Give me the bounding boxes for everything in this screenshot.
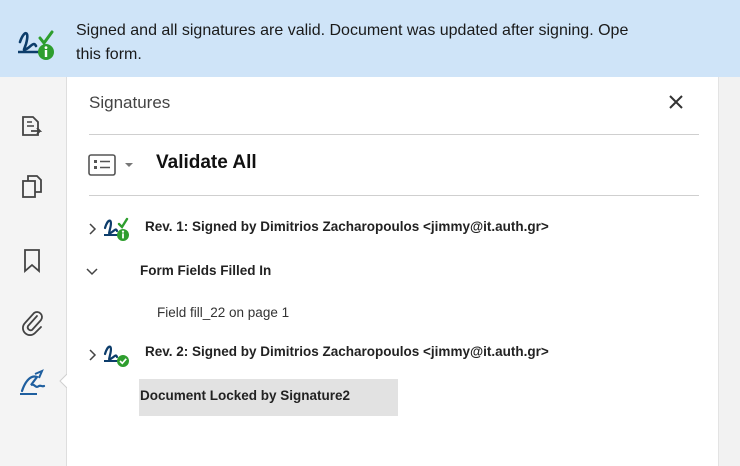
export-document-icon: [22, 116, 43, 136]
attachment-icon: [22, 311, 43, 336]
panel-title: Signatures: [89, 93, 171, 112]
banner-message-line1: Signed and all signatures are valid. Doc…: [76, 22, 629, 39]
active-panel-marker: [59, 374, 67, 388]
signatures-panel: Signatures Validate All Rev. 1: Signed b…: [67, 77, 717, 466]
signature-panel-button[interactable]: [17, 369, 47, 399]
signature-rev2-label[interactable]: Rev. 2: Signed by Dimitrios Zacharopoulo…: [145, 344, 549, 359]
banner-message: Signed and all signatures are valid. Doc…: [76, 19, 740, 67]
toolbar-divider: [89, 195, 699, 196]
bookmarks-button[interactable]: [17, 245, 47, 275]
attachments-button[interactable]: [17, 307, 47, 337]
signature-rev1-label[interactable]: Rev. 1: Signed by Dimitrios Zacharopoulo…: [145, 219, 549, 234]
pages-button[interactable]: [17, 172, 47, 202]
options-menu-button[interactable]: [88, 154, 118, 176]
pages-icon: [22, 175, 42, 198]
close-icon: [669, 95, 683, 109]
form-fields-filled-label[interactable]: Form Fields Filled In: [140, 263, 271, 278]
field-fill-detail: Field fill_22 on page 1: [157, 305, 290, 320]
left-tool-rail: [0, 77, 67, 466]
bookmark-icon: [24, 249, 40, 273]
signature-valid-icon: [18, 30, 54, 60]
validate-all-button[interactable]: Validate All: [156, 152, 257, 174]
chevron-down-icon[interactable]: [124, 161, 134, 169]
export-document-button[interactable]: [17, 111, 47, 141]
close-button[interactable]: [663, 89, 689, 115]
signature-status-banner: Signed and all signatures are valid. Doc…: [0, 0, 740, 77]
vertical-scrollbar[interactable]: [718, 77, 740, 466]
list-options-icon: [88, 154, 116, 176]
chevron-right-icon[interactable]: [88, 223, 98, 235]
chevron-down-icon[interactable]: [86, 267, 98, 277]
header-divider: [89, 134, 699, 135]
signature-info-icon: [103, 217, 129, 241]
banner-message-line2: this form.: [76, 46, 142, 63]
chevron-right-icon[interactable]: [88, 349, 98, 361]
signature-panel-icon: [20, 369, 46, 395]
signature-valid-icon: [103, 345, 129, 367]
document-locked-label[interactable]: Document Locked by Signature2: [140, 388, 350, 403]
